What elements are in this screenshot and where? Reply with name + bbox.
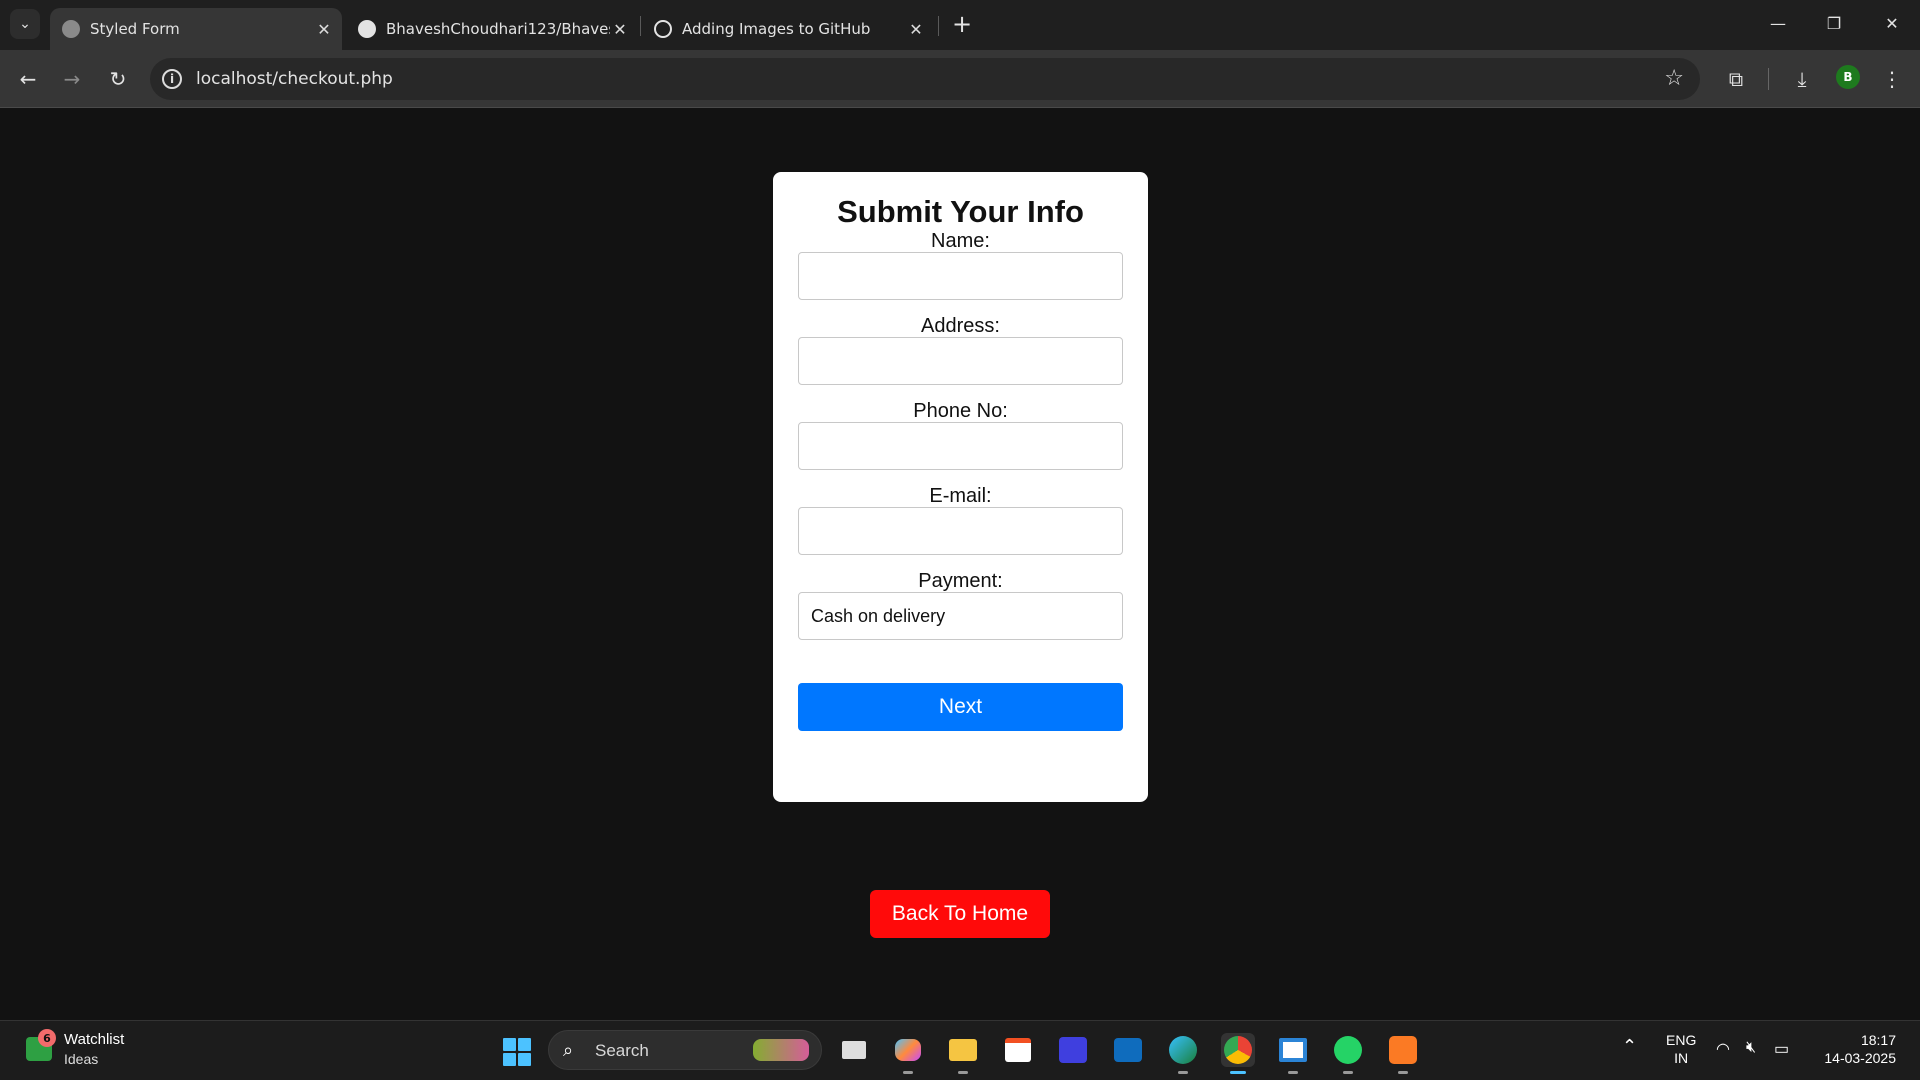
search-icon: ⌕ xyxy=(563,1040,574,1061)
running-indicator xyxy=(1398,1071,1408,1074)
payment-field-group: Payment: Cash on delivery xyxy=(798,570,1123,640)
taskbar-search[interactable]: ⌕ Search xyxy=(548,1030,822,1070)
region-code: IN xyxy=(1674,1050,1689,1066)
search-highlight-icon xyxy=(753,1039,809,1061)
profile-avatar[interactable]: B xyxy=(1836,65,1860,89)
close-icon[interactable]: ✕ xyxy=(610,19,630,39)
tab-adding-images[interactable]: Adding Images to GitHub ✕ xyxy=(642,8,934,50)
language-indicator[interactable]: ENG IN xyxy=(1666,1031,1696,1067)
microsoft-store-icon[interactable] xyxy=(1001,1033,1035,1067)
phone-input[interactable] xyxy=(798,422,1123,470)
address-label: Address: xyxy=(921,315,1000,337)
file-explorer-icon[interactable] xyxy=(946,1033,980,1074)
battery-icon[interactable]: ▭ xyxy=(1774,1039,1789,1059)
site-info-icon[interactable]: i xyxy=(162,69,182,89)
name-input[interactable] xyxy=(798,252,1123,300)
notification-badge: 6 xyxy=(38,1029,56,1047)
phone-label: Phone No: xyxy=(913,400,1008,422)
task-view-icon[interactable] xyxy=(837,1033,871,1067)
form-title: Submit Your Info xyxy=(837,194,1084,229)
name-label: Name: xyxy=(931,230,990,252)
tab-title: Styled Form xyxy=(90,20,180,38)
page-viewport: Submit Your Info Name: Address: Phone No… xyxy=(0,109,1920,1020)
download-icon[interactable]: ⤓ xyxy=(1786,63,1818,95)
clock-time: 18:17 xyxy=(1860,1032,1896,1048)
active-indicator xyxy=(1230,1071,1246,1074)
widget-title: Watchlist xyxy=(64,1031,125,1048)
github-icon xyxy=(358,20,376,38)
browser-tab-strip: ⌄ Styled Form ✕ BhaveshChoudhari123/Bhav… xyxy=(0,0,1920,50)
xampp-icon[interactable] xyxy=(1386,1033,1420,1074)
copilot-icon[interactable] xyxy=(891,1033,925,1074)
email-label: E-mail: xyxy=(929,485,992,507)
close-icon[interactable]: ✕ xyxy=(314,19,334,39)
clock[interactable]: 18:17 14-03-2025 xyxy=(1818,1031,1896,1067)
chevron-up-icon[interactable]: ⌃ xyxy=(1622,1036,1637,1057)
search-label: Search xyxy=(595,1041,649,1060)
widget-subtitle: Ideas xyxy=(64,1051,99,1067)
forward-arrow-icon[interactable]: → xyxy=(56,63,88,95)
address-field-group: Address: xyxy=(798,315,1123,385)
phone-field-group: Phone No: xyxy=(798,400,1123,470)
address-url[interactable]: localhost/checkout.php xyxy=(196,69,393,89)
name-field-group: Name: xyxy=(798,230,1123,300)
toolbar-separator xyxy=(1768,68,1769,90)
language-code: ENG xyxy=(1666,1032,1697,1048)
onenote-icon[interactable] xyxy=(1056,1033,1090,1067)
email-input[interactable] xyxy=(798,507,1123,555)
clock-date: 14-03-2025 xyxy=(1824,1050,1896,1066)
extensions-icon[interactable]: ⧉ xyxy=(1720,63,1752,95)
tab-github-repo[interactable]: BhaveshChoudhari123/Bhavesh ✕ xyxy=(346,8,638,50)
back-to-home-button[interactable]: Back To Home xyxy=(870,890,1050,938)
email-field-group: E-mail: xyxy=(798,485,1123,555)
whatsapp-icon[interactable] xyxy=(1331,1033,1365,1074)
windows-taskbar: 6 Watchlist Ideas ⌕ Search ⌃ ENG IN ◠ 🔇︎… xyxy=(0,1020,1920,1080)
running-indicator xyxy=(1343,1071,1353,1074)
new-tab-button[interactable]: + xyxy=(950,10,974,38)
chatgpt-icon xyxy=(654,20,672,38)
bookmark-star-icon[interactable]: ☆ xyxy=(1664,66,1684,91)
tab-separator xyxy=(938,16,939,36)
minimize-icon[interactable]: — xyxy=(1758,8,1798,38)
windows-start-icon[interactable] xyxy=(503,1038,531,1066)
running-indicator xyxy=(958,1071,968,1074)
edge-icon[interactable] xyxy=(1166,1033,1200,1074)
running-indicator xyxy=(1178,1071,1188,1074)
address-bar[interactable]: i localhost/checkout.php ☆ xyxy=(150,58,1700,100)
outlook-icon[interactable] xyxy=(1111,1033,1145,1067)
browser-toolbar: ← → ↻ i localhost/checkout.php ☆ ⧉ ⤓ B ⋮ xyxy=(0,50,1920,108)
back-arrow-icon[interactable]: ← xyxy=(12,63,44,95)
payment-label: Payment: xyxy=(918,570,1003,592)
tab-styled-form[interactable]: Styled Form ✕ xyxy=(50,8,342,50)
next-button[interactable]: Next xyxy=(798,683,1123,731)
restore-icon[interactable]: ❐ xyxy=(1814,8,1854,38)
menu-kebab-icon[interactable]: ⋮ xyxy=(1876,63,1908,95)
tab-search-button[interactable]: ⌄ xyxy=(10,9,40,39)
reload-icon[interactable]: ↻ xyxy=(102,63,134,95)
payment-select[interactable]: Cash on delivery xyxy=(798,592,1123,640)
wifi-icon[interactable]: ◠ xyxy=(1716,1039,1730,1059)
info-form: Submit Your Info Name: Address: Phone No… xyxy=(773,172,1148,802)
running-indicator xyxy=(1288,1071,1298,1074)
tab-separator xyxy=(640,16,641,36)
globe-icon xyxy=(62,20,80,38)
close-icon[interactable]: ✕ xyxy=(906,19,926,39)
tab-title: BhaveshChoudhari123/Bhavesh xyxy=(386,20,610,38)
address-input[interactable] xyxy=(798,337,1123,385)
tab-title: Adding Images to GitHub xyxy=(682,20,871,38)
close-window-icon[interactable]: ✕ xyxy=(1872,8,1912,38)
chrome-icon[interactable] xyxy=(1221,1033,1255,1074)
speaker-muted-icon[interactable]: 🔇︎ xyxy=(1746,1039,1756,1057)
running-indicator xyxy=(903,1071,913,1074)
window-app-icon[interactable] xyxy=(1276,1033,1310,1074)
